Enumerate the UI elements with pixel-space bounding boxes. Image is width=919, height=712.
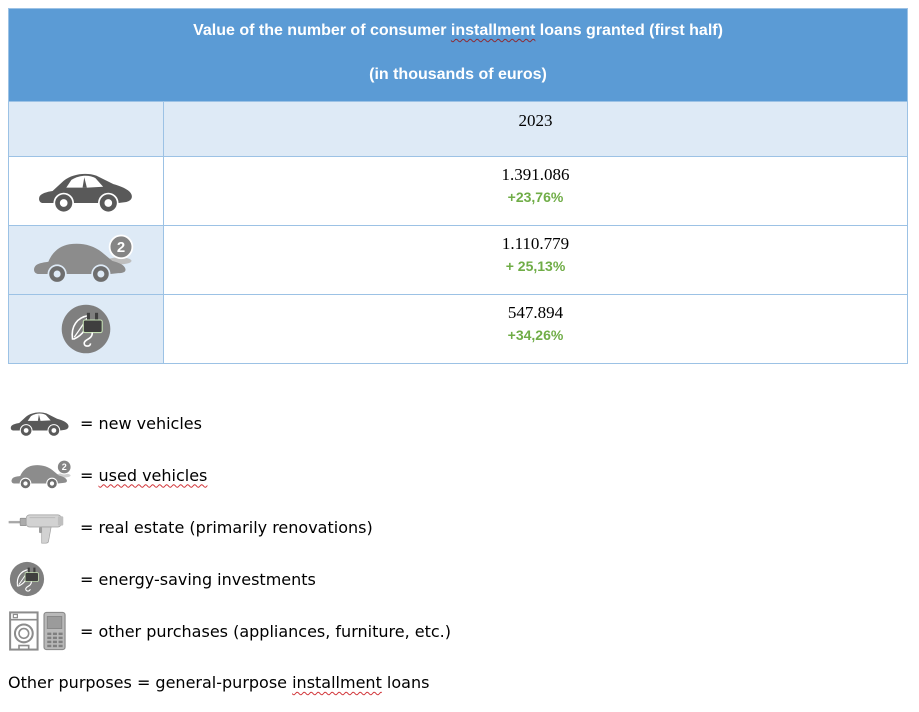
new-vehicles-value-cell: 1.391.086 +23,76%: [163, 157, 907, 225]
loan-change: + 25,13%: [506, 258, 566, 274]
new-car-icon: [34, 167, 138, 215]
title-misspelled-word: installment: [451, 22, 535, 39]
table-row-new-vehicles: 1.391.086 +23,76%: [9, 156, 907, 225]
used-vehicles-icon-cell: 2: [9, 226, 163, 294]
used-car-icon: 2: [8, 457, 80, 493]
other-purposes-note: Other purposes = general-purpose install…: [8, 673, 429, 692]
corner-empty-cell: [9, 102, 163, 156]
loan-value: 1.110.779: [502, 233, 569, 255]
new-car-icon: [8, 408, 80, 438]
legend-item-other-purchases: = other purchases (appliances, furniture…: [8, 605, 451, 657]
appliances-icon: [8, 610, 80, 652]
used-car-badge: 2: [117, 240, 125, 256]
energy-icon: [59, 302, 113, 356]
energy-value-cell: 547.894 +34,26%: [163, 295, 907, 363]
legend-item-real-estate: = real estate (primarily renovations): [8, 501, 451, 553]
legend-item-new-vehicles: = new vehicles: [8, 397, 451, 449]
legend-label: = new vehicles: [80, 414, 202, 433]
energy-icon: [8, 560, 80, 598]
table-row-energy-saving: 547.894 +34,26%: [9, 294, 907, 363]
document-page: Value of the number of consumer installm…: [0, 0, 919, 712]
used-car-icon: 2: [28, 232, 144, 288]
legend: = new vehicles 2 = used vehicles: [8, 397, 451, 657]
table-title-line2: (in thousands of euros): [9, 66, 907, 84]
legend-label: = other purchases (appliances, furniture…: [80, 622, 451, 641]
loan-change: +34,26%: [508, 327, 564, 343]
table-title: Value of the number of consumer installm…: [9, 9, 907, 101]
legend-label: = real estate (primarily renovations): [80, 518, 373, 537]
svg-text:2: 2: [62, 462, 67, 472]
title-text: Value of the number of consumer: [193, 22, 451, 39]
loan-change: +23,76%: [508, 189, 564, 205]
legend-item-energy-saving: = energy-saving investments: [8, 553, 451, 605]
legend-label: = used vehicles: [80, 466, 207, 485]
legend-label: = energy-saving investments: [80, 570, 316, 589]
energy-icon-cell: [9, 295, 163, 363]
table-row-used-vehicles: 2 1.110.779 + 25,13%: [9, 225, 907, 294]
loan-value: 1.391.086: [502, 164, 570, 186]
used-vehicles-value-cell: 1.110.779 + 25,13%: [163, 226, 907, 294]
year-header-row: 2023: [9, 101, 907, 156]
loan-value: 547.894: [508, 302, 563, 324]
footer-misspelled-word: installment: [292, 673, 382, 692]
loans-table: Value of the number of consumer installm…: [8, 8, 908, 364]
year-header-cell: 2023: [163, 102, 907, 156]
title-text-end: loans granted (first half): [535, 22, 723, 39]
table-title-line1: Value of the number of consumer installm…: [9, 22, 907, 40]
legend-item-used-vehicles: 2 = used vehicles: [8, 449, 451, 501]
new-vehicles-icon-cell: [9, 157, 163, 225]
drill-icon: [8, 506, 80, 548]
